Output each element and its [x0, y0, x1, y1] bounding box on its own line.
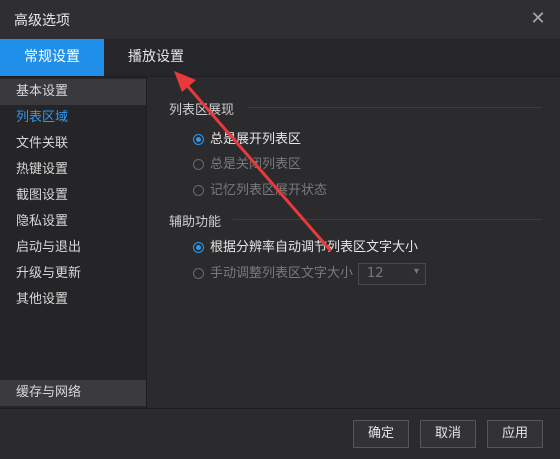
ok-button[interactable]: 确定: [353, 420, 409, 448]
radio-auto-font-size[interactable]: 根据分辨率自动调节列表区文字大小: [193, 239, 418, 257]
radio-indicator: [193, 159, 204, 170]
radio-indicator: [193, 242, 204, 253]
radio-remember-state[interactable]: 记忆列表区展开状态: [193, 182, 327, 200]
section-divider: [247, 107, 542, 108]
sidebar: 基本设置 列表区域 文件关联 热键设置 截图设置 隐私设置 启动与退出 升级与更…: [0, 77, 147, 408]
sidebar-item-screenshot[interactable]: 截图设置: [0, 183, 146, 209]
tab-general-settings[interactable]: 常规设置: [0, 39, 104, 76]
radio-indicator: [193, 134, 204, 145]
sidebar-item-list-area[interactable]: 列表区域: [0, 105, 146, 131]
dialog-footer: 确定 取消 应用: [0, 408, 560, 459]
section-title-list-display: 列表区展现: [169, 103, 235, 118]
sidebar-item-other[interactable]: 其他设置: [0, 287, 146, 313]
radio-label: 根据分辨率自动调节列表区文字大小: [210, 240, 419, 255]
section-title-assist: 辅助功能: [169, 215, 222, 230]
tab-bar: 常规设置 播放设置: [0, 39, 560, 77]
radio-indicator: [193, 268, 204, 279]
font-size-select[interactable]: 12 ▾: [358, 263, 426, 285]
chevron-down-icon: ▾: [413, 266, 419, 277]
radio-label: 总是关闭列表区: [210, 157, 302, 172]
sidebar-item-basic[interactable]: 基本设置: [0, 79, 146, 105]
close-icon[interactable]: ✕: [528, 9, 548, 29]
radio-label: 记忆列表区展开状态: [210, 183, 328, 198]
title-bar: 高级选项 ✕: [0, 0, 560, 40]
sidebar-item-startup-exit[interactable]: 启动与退出: [0, 235, 146, 261]
radio-label: 手动调整列表区文字大小: [210, 266, 354, 281]
font-size-value: 12: [367, 266, 384, 281]
apply-button[interactable]: 应用: [487, 420, 543, 448]
sidebar-item-privacy[interactable]: 隐私设置: [0, 209, 146, 235]
sidebar-item-cache-network[interactable]: 缓存与网络: [0, 380, 146, 406]
sidebar-item-file-association[interactable]: 文件关联: [0, 131, 146, 157]
radio-label: 总是展开列表区: [210, 132, 302, 147]
sidebar-item-upgrade[interactable]: 升级与更新: [0, 261, 146, 287]
radio-always-expand[interactable]: 总是展开列表区: [193, 131, 301, 149]
cancel-button[interactable]: 取消: [420, 420, 476, 448]
radio-indicator: [193, 185, 204, 196]
settings-panel: 列表区展现 总是展开列表区 总是关闭列表区 记忆列表区展开状态 辅助功能 根据分…: [147, 77, 560, 408]
radio-always-close[interactable]: 总是关闭列表区: [193, 156, 301, 174]
radio-manual-font-size[interactable]: 手动调整列表区文字大小: [193, 265, 353, 283]
window-title: 高级选项: [14, 13, 70, 29]
sidebar-item-hotkeys[interactable]: 热键设置: [0, 157, 146, 183]
tab-playback-settings[interactable]: 播放设置: [110, 39, 202, 76]
section-divider: [233, 219, 542, 220]
